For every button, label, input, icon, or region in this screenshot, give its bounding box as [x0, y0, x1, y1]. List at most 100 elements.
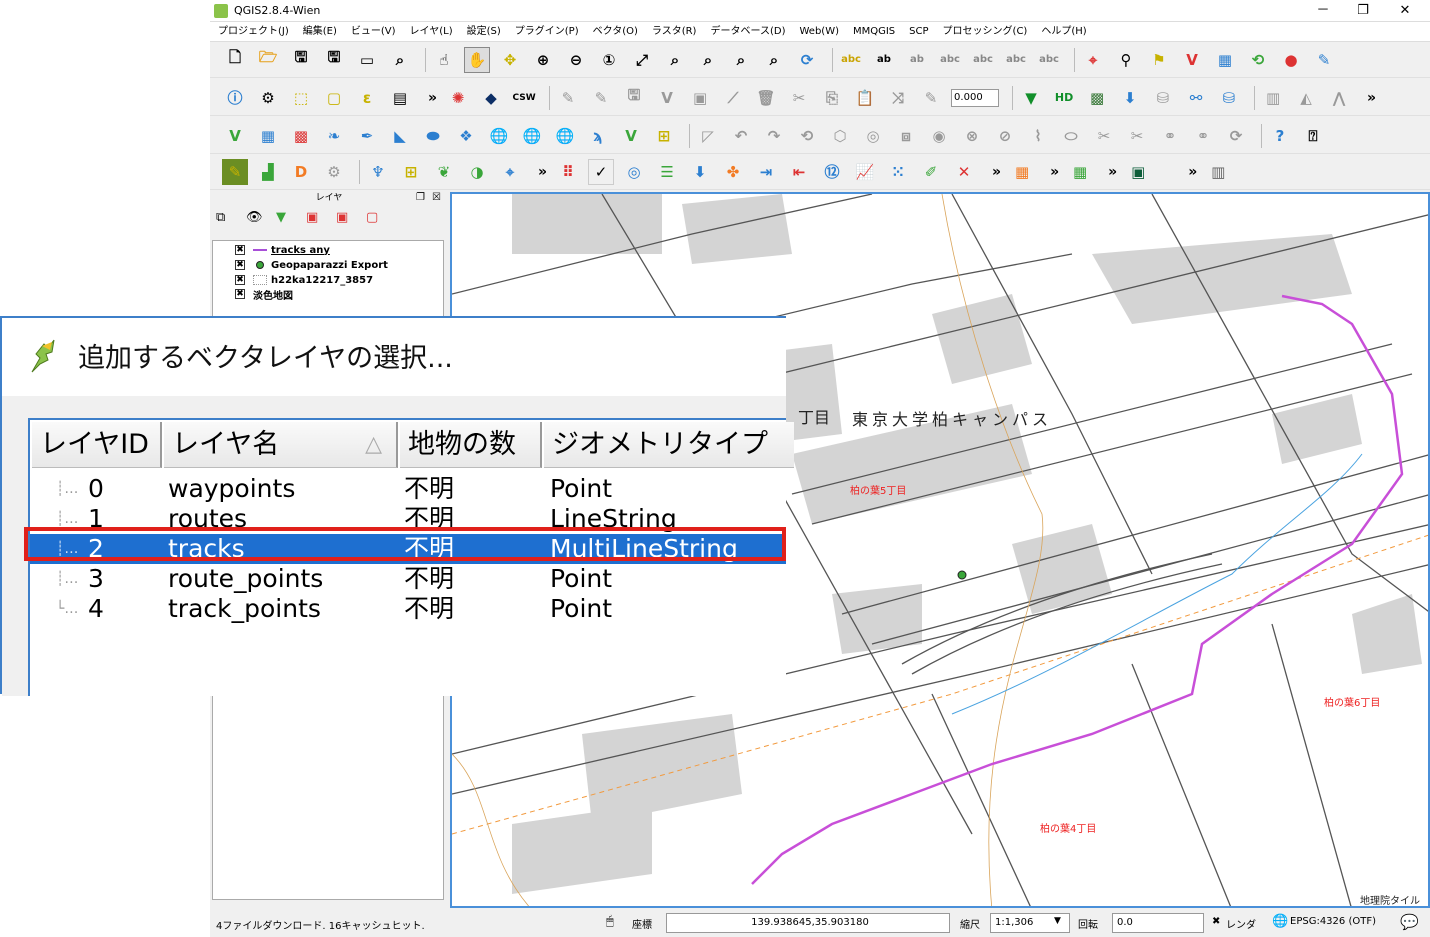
layer-visibility-checkbox[interactable]: ✖ — [235, 289, 245, 299]
redo-icon[interactable]: ↷ — [761, 123, 787, 149]
label-pin-icon[interactable]: ab — [871, 47, 897, 73]
sync-icon[interactable]: ⟲ — [1245, 47, 1271, 73]
label-change-icon[interactable]: abc — [1003, 47, 1029, 73]
label-tool-icon[interactable]: abc — [838, 47, 864, 73]
gps-plugin-icon[interactable]: ✺ — [445, 85, 471, 111]
menu-view[interactable]: ビュー(V) — [351, 22, 396, 41]
layers-stack-icon[interactable]: ☰ — [654, 159, 680, 185]
delete-selected-icon[interactable]: 🗑 — [753, 85, 779, 111]
menu-database[interactable]: データベース(D) — [710, 22, 785, 41]
add-part-icon[interactable]: ⧈ — [893, 123, 919, 149]
menu-edit[interactable]: 編集(E) — [303, 22, 337, 41]
panel-close-icon[interactable]: ☒ — [432, 192, 441, 203]
toolbar-overflow-icon[interactable]: » — [1367, 90, 1376, 106]
edit-pencil-icon[interactable]: ✎ — [588, 85, 614, 111]
layer-item-tracks[interactable]: ✖ tracks any — [235, 243, 330, 257]
add-mssql-icon[interactable]: ◣ — [387, 123, 413, 149]
expression-select-icon[interactable]: ε — [354, 85, 380, 111]
chevron-down-icon[interactable]: ▼ — [1054, 916, 1061, 926]
edit-note-icon[interactable]: ✎ — [1311, 47, 1337, 73]
download-plugin-icon[interactable]: ▼ — [1018, 85, 1044, 111]
add-feature-icon[interactable]: V — [654, 85, 680, 111]
menu-help[interactable]: ヘルプ(H) — [1041, 22, 1086, 41]
zoom-selection-icon[interactable]: ⌕ — [662, 47, 688, 73]
filter-icon[interactable]: ▼ — [276, 210, 296, 230]
terminal-icon[interactable]: ▣ — [1125, 159, 1151, 185]
touch-zoom-icon[interactable]: ☝ — [431, 47, 457, 73]
minimize-button[interactable]: － — [1308, 2, 1338, 20]
menu-raster[interactable]: ラスタ(R) — [652, 22, 697, 41]
select-features-icon[interactable]: ⬚ — [288, 85, 314, 111]
add-oracle-icon[interactable]: ⬬ — [420, 123, 446, 149]
move-feature-icon[interactable]: ▣ — [687, 85, 713, 111]
messages-icon[interactable]: 💬 — [1400, 913, 1419, 931]
visibility-icon[interactable]: 👁 — [246, 210, 266, 230]
column-header-geometry-type[interactable]: ジオメトリタイプ — [544, 422, 794, 468]
add-group-icon[interactable]: ⧉ — [216, 210, 236, 230]
layer-item-geopaparazzi[interactable]: ✖ Geopaparazzi Export — [235, 258, 388, 272]
new-print-composer-icon[interactable]: ▭ — [354, 47, 380, 73]
add-ring-icon[interactable]: ◎ — [860, 123, 886, 149]
composer-manager-icon[interactable]: ⌕ — [387, 47, 413, 73]
new-project-icon[interactable]: 🗋 — [222, 47, 248, 73]
menu-scp[interactable]: SCP — [909, 22, 928, 41]
pin-icon[interactable]: ⚑ — [1146, 47, 1172, 73]
node-tool-icon[interactable]: ⟋ — [720, 85, 746, 111]
layer-3d-icon[interactable]: ◆ — [478, 85, 504, 111]
save-project-icon[interactable]: 🖫 — [288, 47, 314, 73]
virtual-layer-icon[interactable]: ⊞ — [651, 123, 677, 149]
advanced-digitize-icon[interactable]: ◸ — [695, 123, 721, 149]
split-parts-icon[interactable]: ✂ — [1124, 123, 1150, 149]
layer-item-h22ka[interactable]: ✖ h22ka12217_3857 — [235, 273, 373, 287]
measure-icon[interactable]: ⚙ — [255, 85, 281, 111]
offset-curve-icon[interactable]: ⤨ — [885, 85, 911, 111]
zoom-native-icon[interactable]: ① — [596, 47, 622, 73]
mosaic-icon[interactable]: ✤ — [720, 159, 746, 185]
menu-mmqgis[interactable]: MMQGIS — [853, 22, 895, 41]
paste-icon[interactable]: 📋 — [852, 85, 878, 111]
cut-icon[interactable]: ✂ — [786, 85, 812, 111]
add-raster-layer-icon[interactable]: ▦ — [255, 123, 281, 149]
add-wfs-icon[interactable]: 🌐 — [486, 123, 512, 149]
zoom-last-icon[interactable]: ⌕ — [728, 47, 754, 73]
coord-field[interactable]: 139.938645,35.903180 — [666, 913, 950, 933]
zoom-layer-icon[interactable]: ⌕ — [695, 47, 721, 73]
menu-vector[interactable]: ベクタ(O) — [593, 22, 638, 41]
rotate-symbol-icon[interactable]: ⟳ — [1223, 123, 1249, 149]
add-wcs-icon[interactable]: 🌐 — [519, 123, 545, 149]
add-wms-layer-icon[interactable]: ▩ — [288, 123, 314, 149]
render-checkbox[interactable]: ✖ — [1212, 916, 1220, 927]
plugin-2d-chart-icon[interactable]: ▟ — [255, 159, 281, 185]
label-move-icon[interactable]: abc — [937, 47, 963, 73]
table-row[interactable]: ┊… 0 waypoints 不明 Point — [30, 474, 786, 504]
open-project-icon[interactable]: 🗁 — [255, 47, 281, 73]
pan-map-icon[interactable]: ✋ — [464, 46, 490, 73]
import-arrow-icon[interactable]: ⬇ — [687, 159, 713, 185]
toolbar-overflow-icon[interactable]: » — [538, 164, 547, 180]
help-icon[interactable]: ? — [1267, 123, 1293, 149]
column-header-feature-count[interactable]: 地物の数 — [400, 422, 542, 468]
save-edits-icon[interactable]: 🖫 — [621, 85, 647, 111]
scale-spinbox[interactable]: 0.000 — [951, 88, 1000, 107]
chart-peak-icon[interactable]: ⋀ — [1326, 85, 1352, 111]
close-button[interactable]: ✕ — [1390, 2, 1420, 20]
scatter-plot-icon[interactable]: ⁙ — [885, 159, 911, 185]
remove-layer-icon[interactable]: ▢ — [366, 210, 386, 230]
toolbar-overflow-icon[interactable]: » — [428, 90, 437, 106]
reshape-icon[interactable]: ⌇ — [1025, 123, 1051, 149]
simplify-icon[interactable]: ✎ — [918, 85, 944, 111]
whats-this-icon[interactable]: ⍰ — [1300, 123, 1326, 149]
zoom-in-icon[interactable]: ⊕ — [530, 47, 556, 73]
toolbar-overflow-icon[interactable]: » — [1188, 164, 1197, 180]
toolbar-overflow-icon[interactable]: » — [992, 164, 1001, 180]
layer-visibility-checkbox[interactable]: ✖ — [235, 260, 245, 270]
tools-cross-icon[interactable]: ✕ — [951, 159, 977, 185]
layer-visibility-checkbox[interactable]: ✖ — [235, 275, 245, 285]
label-properties-icon[interactable]: abc — [1036, 47, 1062, 73]
rotation-spinbox[interactable]: 0.0 — [1112, 913, 1204, 933]
db-stack-icon[interactable]: ⛁ — [1150, 85, 1176, 111]
zoom-out-icon[interactable]: ⊖ — [563, 47, 589, 73]
geotag-icon[interactable]: ⚲ — [1113, 47, 1139, 73]
digitize-icon[interactable]: ✎ — [555, 85, 581, 111]
target-icon[interactable]: ⌖ — [497, 159, 523, 185]
